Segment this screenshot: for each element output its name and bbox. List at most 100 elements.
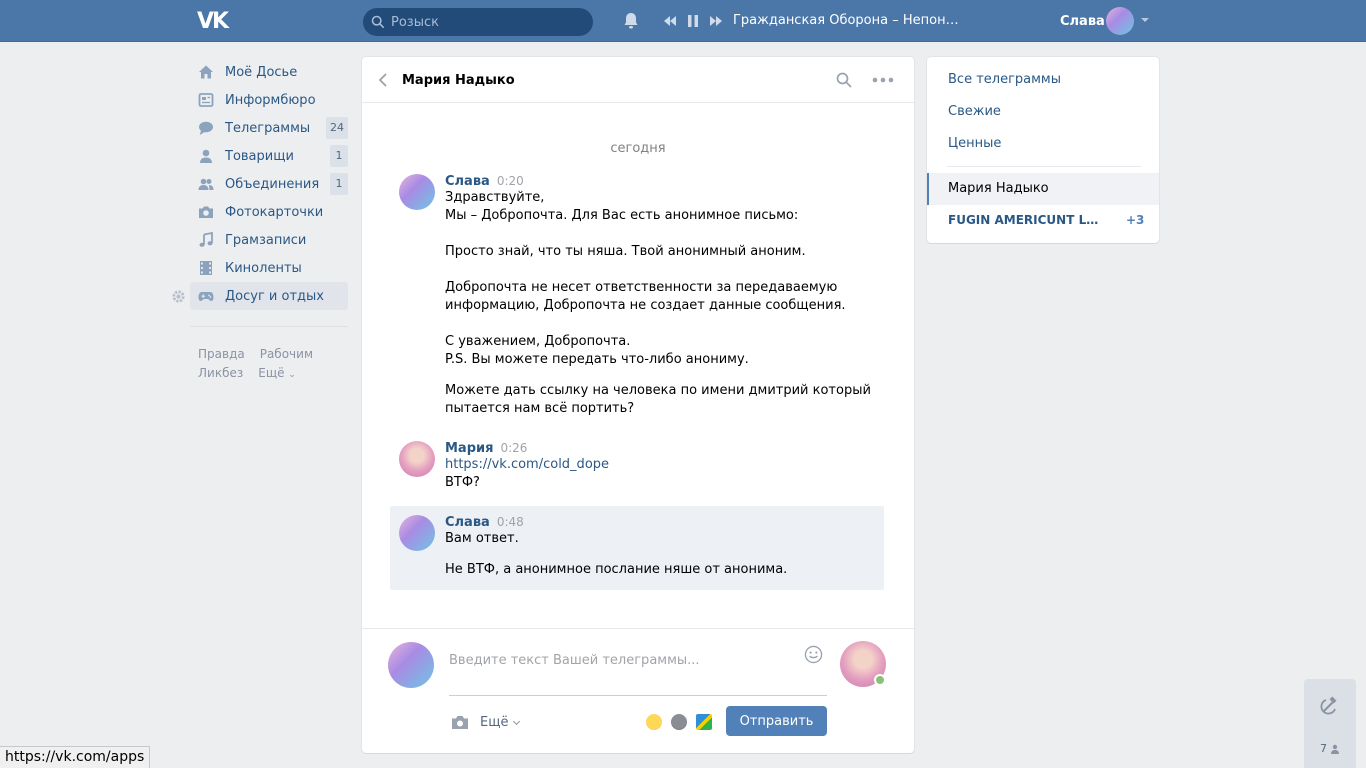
filter-unread[interactable]: Свежие [948,104,1001,119]
chevron-down-icon[interactable] [1141,18,1149,22]
nav-item-games[interactable]: Досуг и отдых [190,282,348,310]
conversation-tab-label: Мария Надыко [948,181,1049,196]
nav-label: Фотокарточки [225,204,324,220]
author-avatar[interactable] [399,174,435,210]
nav-item-messages[interactable]: Телеграммы 24 [190,114,348,142]
user-icon [1331,744,1339,754]
camera-icon [199,206,213,218]
notifications-bell-icon[interactable] [621,11,641,31]
emoji-smile-icon[interactable] [804,645,823,664]
nav-item-news[interactable]: Информбюро [190,86,348,114]
nav-divider [190,326,348,327]
message-author[interactable]: Мария [445,441,493,456]
message-time[interactable]: 0:20 [497,174,524,188]
message-text: Не ВТФ, а анонимное послание няше от ано… [445,562,788,577]
conversation-tab-active[interactable]: Мария Надыко [927,173,1159,205]
nav-label: Досуг и отдых [225,288,324,304]
nav-label: Моё Досье [225,64,298,80]
message-item[interactable]: Слава 0:20 Здравствуйте, Мы – Добропочта.… [390,174,884,424]
messages-icon [199,121,213,135]
browser-status-url: https://vk.com/apps [0,746,151,768]
nav-item-videos[interactable]: Киноленты [190,254,348,282]
message-link[interactable]: https://vk.com/cold_dope [445,456,875,474]
chat-window: Мария Надыко сегодня Слава 0:20 Здравству… [362,57,914,753]
nav-item-friends[interactable]: Товарищи 1 [190,142,348,170]
message-body: Слава 0:20 Здравствуйте, Мы – Добропочта.… [445,174,875,418]
nav-item-music[interactable]: Грамзаписи [190,226,348,254]
footer-link-developers[interactable]: Рабочим [260,345,313,364]
nav-item-groups[interactable]: Объединения 1 [190,170,348,198]
music-icon [199,232,213,247]
message-text [445,225,875,243]
nav-item-my-profile[interactable]: Моё Досье [190,58,348,86]
previous-track-icon[interactable] [663,14,677,28]
conversation-extra-count[interactable]: +3 [1126,213,1144,227]
groups-icon [198,178,214,190]
date-separator: сегодня [610,141,666,156]
message-text: пытается нам всё портить? [445,401,635,416]
message-text [445,548,875,561]
right-filter-menu: Все телеграммы Свежие Ценные Мария Надык… [927,57,1159,243]
message-author[interactable]: Слава [445,515,490,530]
attach-more-button[interactable]: Ещё [480,715,521,730]
gear-icon[interactable] [171,289,186,304]
message-text: Добропочта не несет ответственности за п… [445,280,838,295]
message-text [445,315,875,333]
message-author[interactable]: Слава [445,174,490,189]
left-navigation: Моё Досье Информбюро Телеграммы 24 Товар… [190,58,348,385]
conversation-tab-group[interactable]: FUGIN AMERICUNT LAN... [948,213,1100,227]
vk-logo-icon[interactable]: VK [197,9,231,34]
message-time[interactable]: 0:26 [500,441,527,455]
search-icon [371,15,385,29]
search-icon[interactable] [836,72,852,88]
nav-label: Объединения [225,176,320,192]
my-avatar[interactable] [388,642,434,688]
user-avatar[interactable] [1106,7,1134,35]
nav-label: Киноленты [225,260,302,276]
audio-player-controls [663,14,723,28]
message-text [445,261,875,279]
footer-link-about[interactable]: Ликбез [198,364,243,385]
message-item-selected[interactable]: Слава 0:48 Вам ответ. Не ВТФ, а анонимное… [390,506,884,590]
back-chevron-icon[interactable] [377,73,389,87]
message-text: ВТФ? [445,475,480,490]
author-avatar[interactable] [399,515,435,551]
search-input[interactable] [391,14,581,30]
more-actions-icon[interactable] [872,77,894,83]
laughing-emoji-icon[interactable] [646,714,662,730]
message-input[interactable] [449,646,827,696]
author-avatar[interactable] [399,441,435,477]
chevron-down-icon: ⌄ [288,370,296,380]
filter-all-messages[interactable]: Все телеграммы [948,72,1061,87]
message-text: P.S. Вы можете передать что-либо анониму… [445,352,749,367]
message-composer: Ещё Отправить [362,628,914,753]
unread-count-badge: 24 [326,117,348,139]
friend-icon [200,149,212,163]
camera-icon[interactable] [451,715,469,730]
message-text: С уважением, Добропочта. [445,334,631,349]
friend-requests-badge: 1 [330,145,348,167]
message-item[interactable]: Мария 0:26 https://vk.com/cold_dope ВТФ? [390,441,884,499]
nav-item-photos[interactable]: Фотокарточки [190,198,348,226]
message-text: Здравствуйте, [445,190,545,205]
nav-label: Информбюро [225,92,316,108]
flag-emoji-icon[interactable] [696,714,712,730]
current-track-title[interactable]: Гражданская Оборона – Непонятн… [733,13,963,28]
send-button[interactable]: Отправить [726,706,827,736]
chat-widget[interactable]: 7 [1304,679,1356,768]
message-time[interactable]: 0:48 [497,515,524,529]
film-icon [200,261,212,275]
pause-icon[interactable] [686,14,700,28]
user-name[interactable]: Слава [1060,14,1105,29]
chat-title[interactable]: Мария Надыко [402,73,515,88]
news-icon [198,93,214,107]
filter-important[interactable]: Ценные [948,136,1001,151]
more-label: Ещё [480,715,509,730]
footer-link-more[interactable]: Ещё ⌄ [258,364,296,385]
more-label: Ещё [258,366,285,380]
footer-link-blog[interactable]: Правда [198,345,245,364]
gray-face-emoji-icon[interactable] [671,714,687,730]
next-track-icon[interactable] [709,14,723,28]
search-box[interactable] [363,8,593,36]
